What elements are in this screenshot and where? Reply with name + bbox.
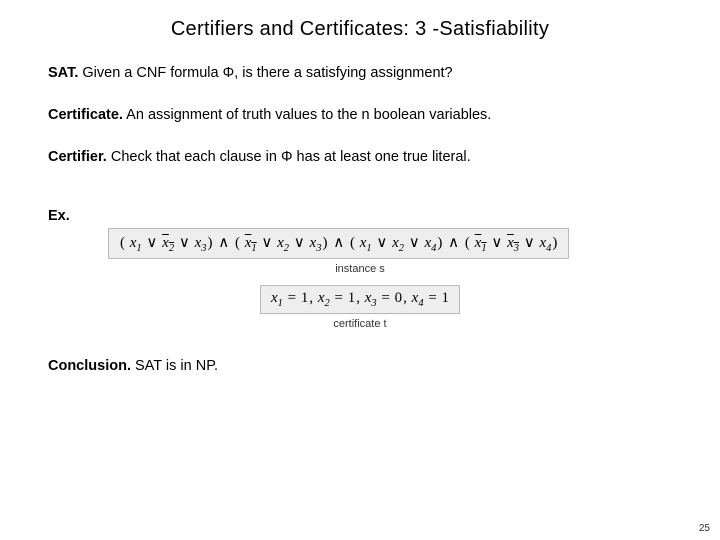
conclusion-label: Conclusion. — [48, 358, 131, 374]
certifier-text-b: has at least one true literal. — [293, 149, 471, 165]
sat-label: SAT. — [48, 65, 78, 81]
sat-line: SAT. Given a CNF formula Φ, is there a s… — [48, 63, 672, 85]
certifier-text-a: Check that each clause in — [107, 149, 281, 165]
phi-symbol: Φ — [223, 65, 235, 81]
sat-text-a: Given a CNF formula — [78, 65, 222, 81]
certifier-label: Certifier. — [48, 149, 107, 165]
certificate-caption: certificate t — [48, 318, 672, 330]
certificate-text: An assignment of truth values to the n b… — [123, 107, 491, 123]
page-number: 25 — [699, 523, 710, 534]
certificate-label: Certificate. — [48, 107, 123, 123]
certifier-line: Certifier. Check that each clause in Φ h… — [48, 147, 672, 169]
instance-formula: ( x1 ∨ x2 ∨ x3) ∧ ( x1 ∨ x2 ∨ x3) ∧ ( x1… — [108, 228, 569, 259]
phi-symbol: Φ — [281, 149, 293, 165]
certificate-line: Certificate. An assignment of truth valu… — [48, 105, 672, 127]
instance-caption: instance s — [48, 263, 672, 275]
slide: { "title": "Certifiers and Certificates:… — [0, 0, 720, 540]
sat-text-b: , is there a satisfying assignment? — [234, 65, 452, 81]
conclusion-line: Conclusion. SAT is in NP. — [48, 358, 672, 374]
conclusion-text: SAT is in NP. — [131, 358, 218, 374]
example-label: Ex. — [48, 208, 672, 224]
slide-title: Certifiers and Certificates: 3 -Satisfia… — [48, 18, 672, 41]
certificate-assignment: x1 = 1, x2 = 1, x3 = 0, x4 = 1 — [260, 285, 460, 314]
